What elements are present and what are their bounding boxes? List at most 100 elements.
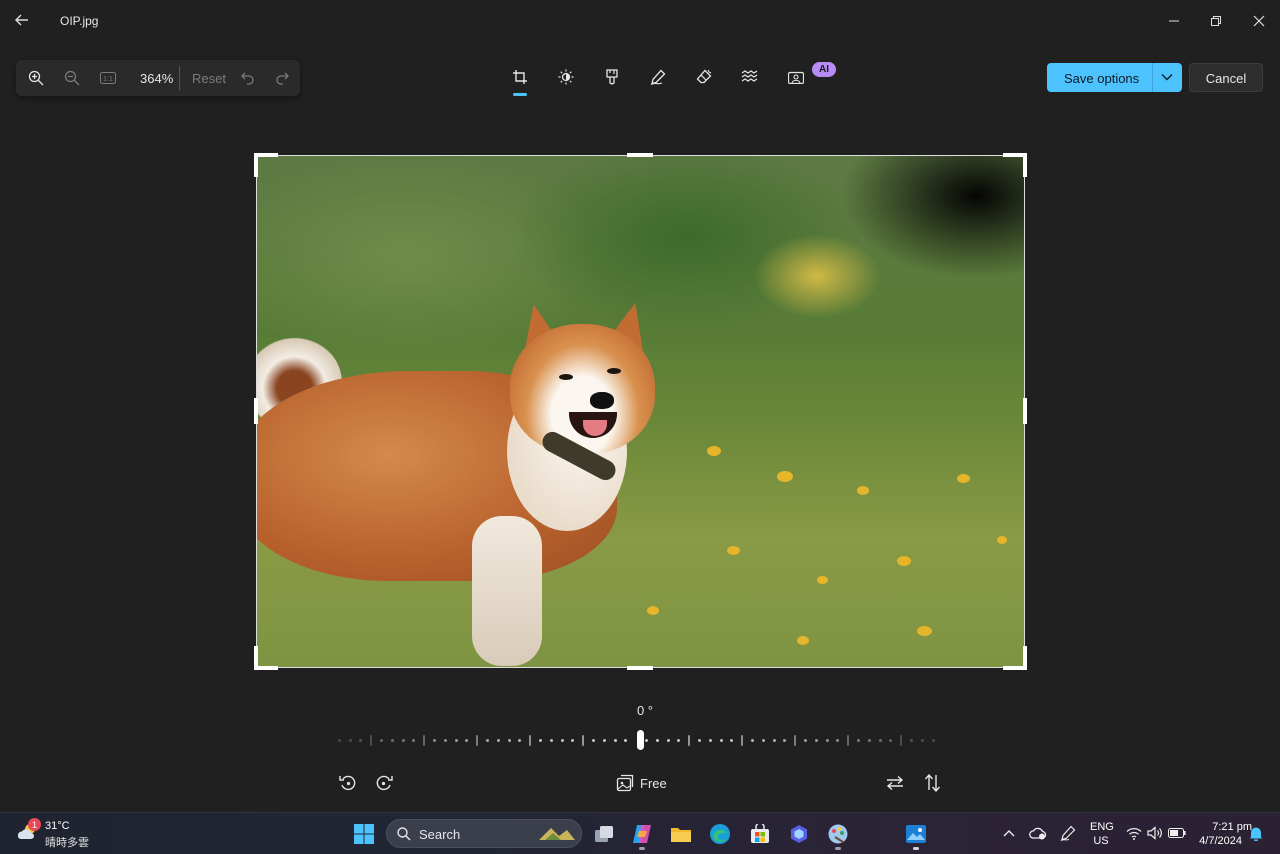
crop-handle-right[interactable] [1023,398,1027,424]
task-view-icon[interactable] [592,822,616,846]
slider-tick [497,739,500,742]
dog-eye-right [607,368,621,374]
chevron-up-icon[interactable] [999,823,1019,843]
running-indicator [835,847,841,850]
active-tool-indicator [513,93,527,96]
slider-tick [921,739,924,742]
cancel-button[interactable]: Cancel [1189,63,1263,92]
aspect-ratio-icon[interactable] [614,772,636,794]
copilot-pro-icon[interactable] [787,822,811,846]
close-icon[interactable] [1244,8,1274,34]
window-title: OIP.jpg [60,14,99,28]
crop-handle-top-right[interactable] [1003,153,1027,177]
dog-nose [590,392,614,409]
input-region[interactable]: US [1090,835,1112,847]
ai-badge: AI [812,62,836,77]
slider-tick [677,739,681,742]
copilot-icon[interactable] [630,822,654,846]
actual-size-icon[interactable]: 1:1 [98,68,118,88]
volume-icon[interactable] [1145,823,1165,843]
photo-canvas[interactable] [257,156,1024,667]
crop-handle-top-left[interactable] [254,153,278,177]
onedrive-icon[interactable] [1028,823,1048,843]
slider-major-tick [793,735,796,746]
crop-handle-bottom[interactable] [627,666,653,670]
blur-background-icon[interactable] [739,66,761,88]
microsoft-store-icon[interactable] [748,822,772,846]
crop-handle-left[interactable] [254,398,258,424]
slider-major-tick [422,735,425,746]
zoom-out-icon[interactable] [62,68,82,88]
crop-icon[interactable] [509,66,531,88]
chevron-down-icon[interactable] [1157,68,1177,86]
markup-pen-icon[interactable] [647,66,669,88]
slider-tick [507,739,511,742]
taskbar-search[interactable]: Search [386,819,582,848]
slider-tick [465,739,469,742]
aspect-ratio-button[interactable]: Free [640,776,667,791]
redo-icon[interactable] [272,68,292,88]
edge-browser-icon[interactable] [708,822,732,846]
slider-tick [836,739,840,742]
slider-tick [391,739,394,742]
slider-major-tick [846,735,849,746]
slider-tick [486,739,490,742]
flip-vertical-icon[interactable] [922,772,944,794]
weather-description[interactable]: 晴時多雲 [45,834,89,850]
slider-tick [359,739,363,742]
photos-app-icon[interactable] [904,822,928,846]
search-placeholder: Search [419,827,461,842]
notification-bell-icon[interactable] [1246,823,1266,843]
rotate-left-icon[interactable] [337,772,359,794]
slider-tick [444,739,447,742]
slider-major-tick [528,735,531,746]
slider-tick [454,739,458,742]
zoom-in-icon[interactable] [26,68,46,88]
filter-icon[interactable] [601,66,623,88]
slider-tick [910,739,914,742]
clock-time[interactable]: 7:21 pm [1190,821,1252,833]
flip-horizontal-icon[interactable] [884,772,906,794]
slider-tick [592,739,596,742]
slider-tick [857,739,861,742]
minimize-icon[interactable] [1159,8,1189,34]
slider-tick [433,739,437,742]
wifi-icon[interactable] [1124,823,1144,843]
undo-icon[interactable] [238,68,258,88]
crop-handle-bottom-left[interactable] [254,646,278,670]
save-options-button[interactable]: Save options [1047,63,1182,92]
battery-icon[interactable] [1167,823,1187,843]
slider-tick [645,739,649,742]
paint-icon[interactable] [826,822,850,846]
weather-badge: 1 [28,818,41,831]
brightness-icon[interactable] [555,66,577,88]
slider-tick [698,739,702,742]
back-arrow-icon[interactable] [10,8,34,32]
rotate-right-icon[interactable] [373,772,395,794]
slider-tick [868,739,871,742]
remove-background-icon[interactable] [785,66,807,88]
restore-icon[interactable] [1201,8,1231,34]
erase-icon[interactable] [693,66,715,88]
slider-tick [815,739,818,742]
split-divider [1152,63,1153,92]
windows-start-icon[interactable] [352,822,376,846]
straighten-slider[interactable] [336,730,946,752]
clock-date[interactable]: 4/7/2024 [1190,835,1242,847]
slider-tick [719,739,723,742]
reset-button[interactable]: Reset [192,71,226,86]
slider-major-tick [740,735,743,746]
crop-handle-top[interactable] [627,153,653,157]
slider-tick [931,739,935,742]
pen-icon[interactable] [1058,823,1078,843]
file-explorer-icon[interactable] [669,822,693,846]
slider-tick [603,739,606,742]
slider-major-tick [581,735,584,746]
slider-tick [518,739,522,742]
crop-handle-bottom-right[interactable] [1003,646,1027,670]
search-icon [397,827,411,841]
straighten-thumb[interactable] [637,730,644,750]
input-language[interactable]: ENG [1090,821,1114,833]
weather-temperature[interactable]: 31°C [45,820,70,832]
slider-tick [730,739,734,742]
